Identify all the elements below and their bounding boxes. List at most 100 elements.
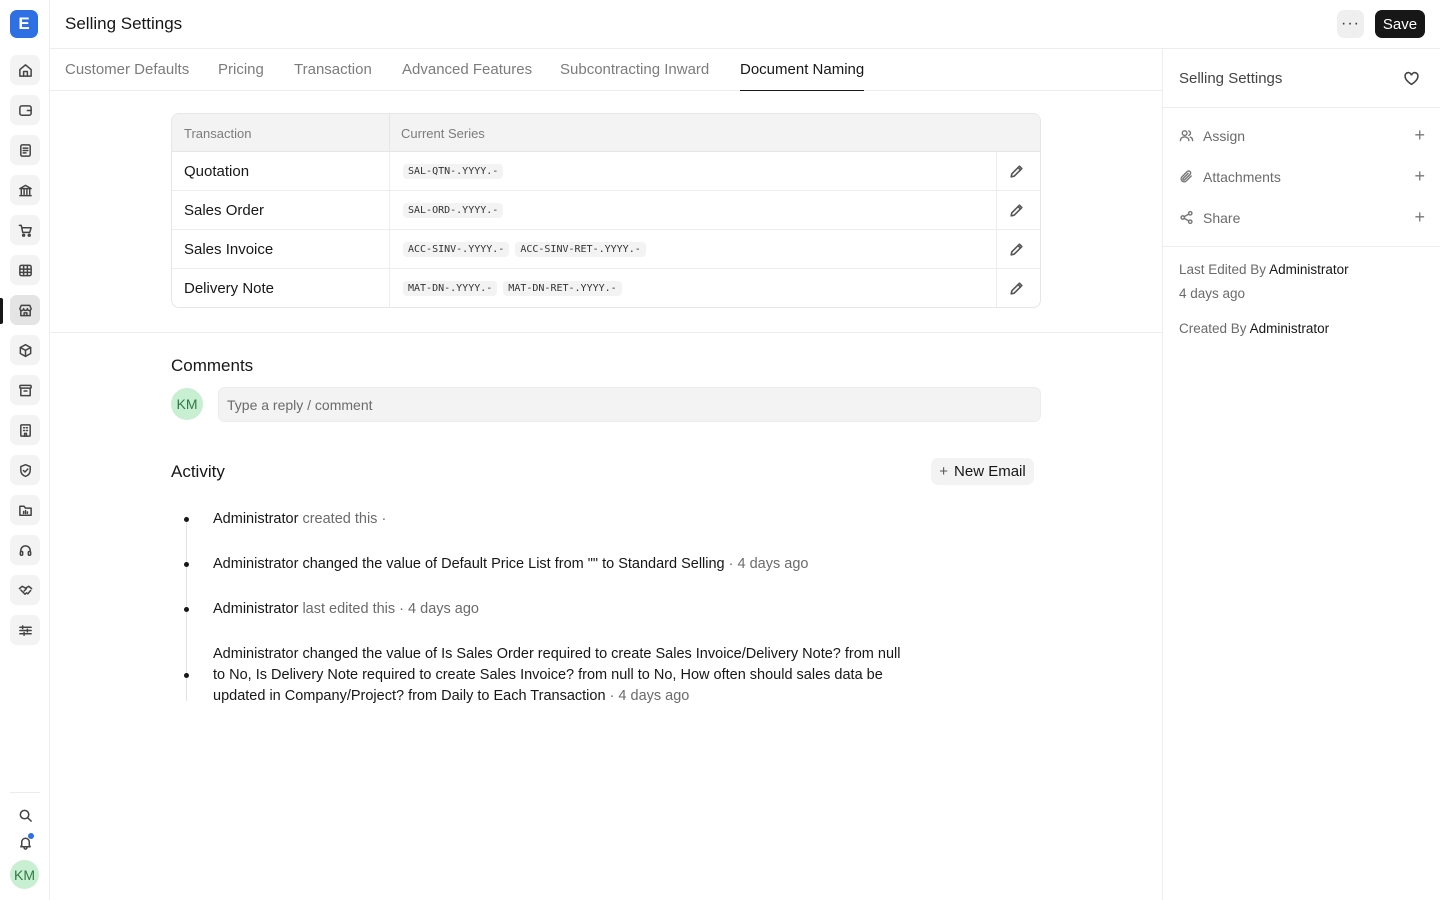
tab-document-naming[interactable]: Document Naming — [740, 61, 865, 91]
active-indicator — [0, 298, 3, 324]
activity-item: Administrator last edited this · 4 days … — [213, 599, 903, 620]
sliders-icon[interactable] — [10, 615, 40, 645]
activity-item: Administrator changed the value of Defau… — [213, 554, 903, 575]
package-icon[interactable] — [10, 335, 40, 365]
assign-row[interactable]: Assign + — [1179, 125, 1425, 147]
attachments-label: Attachments — [1203, 169, 1281, 185]
last-edited-info: Last Edited By Administrator — [1179, 262, 1349, 277]
pencil-icon[interactable] — [1008, 241, 1026, 259]
activity-time: · 4 days ago — [605, 688, 690, 704]
home-icon[interactable] — [10, 55, 40, 85]
folder-chart-icon[interactable] — [10, 495, 40, 525]
tab-subcontracting-inward[interactable]: Subcontracting Inward — [560, 61, 709, 91]
table-row[interactable]: Sales Invoice ACC-SINV-.YYYY.- ACC-SINV-… — [172, 230, 1040, 269]
user-avatar[interactable]: KM — [10, 860, 39, 889]
archive-icon[interactable] — [10, 375, 40, 405]
add-attachment-icon[interactable]: + — [1414, 166, 1425, 187]
activity-heading: Activity — [171, 462, 225, 481]
search-icon[interactable] — [14, 804, 36, 826]
section-divider — [50, 332, 1162, 333]
notification-dot — [28, 833, 34, 839]
transaction-name: Delivery Note — [184, 280, 275, 297]
sidebar-divider — [1163, 246, 1440, 247]
last-edited-time: 4 days ago — [1179, 286, 1246, 301]
activity-item: Administrator changed the value of Is Sa… — [213, 646, 901, 704]
timeline-dot — [184, 562, 189, 567]
page-title: Selling Settings — [65, 14, 183, 33]
more-options-button[interactable]: ··· — [1337, 10, 1364, 38]
timeline-dot — [184, 607, 189, 612]
activity-text: Administrator changed the value of Defau… — [213, 556, 619, 572]
transaction-name: Sales Order — [184, 202, 265, 219]
tab-advanced-features[interactable]: Advanced Features — [402, 61, 532, 91]
users-icon — [1179, 130, 1194, 142]
activity-actor[interactable]: Administrator — [213, 511, 298, 527]
pencil-icon[interactable] — [1008, 202, 1026, 220]
tab-transaction[interactable]: Transaction — [294, 61, 372, 91]
table-row[interactable]: Sales Order SAL-ORD-.YYYY.- — [172, 191, 1040, 230]
document-icon[interactable] — [10, 135, 40, 165]
assign-label: Assign — [1203, 128, 1246, 144]
attachments-row[interactable]: Attachments + — [1179, 166, 1425, 188]
comments-heading: Comments — [171, 356, 254, 375]
save-button[interactable]: Save — [1375, 10, 1425, 38]
new-email-button[interactable]: + New Email — [931, 458, 1034, 485]
app-sidebar: E KM — [0, 0, 50, 900]
activity-time: · 4 days ago — [728, 556, 809, 572]
comment-avatar: KM — [171, 388, 203, 420]
handshake-icon[interactable] — [10, 575, 40, 605]
main-content: Transaction Current Series Quotation SAL… — [50, 91, 1162, 900]
table-header: Transaction Current Series — [172, 114, 1040, 152]
activity-value: Standard Selling — [618, 556, 725, 572]
comment-input[interactable] — [218, 387, 1041, 422]
tab-pricing[interactable]: Pricing — [218, 61, 264, 91]
sidebar-title: Selling Settings — [1179, 70, 1283, 87]
building-icon[interactable] — [10, 415, 40, 445]
heart-icon[interactable] — [1403, 70, 1420, 87]
document-naming-table: Transaction Current Series Quotation SAL… — [171, 113, 1041, 308]
transaction-name: Quotation — [184, 163, 250, 180]
tab-customer-defaults[interactable]: Customer Defaults — [65, 61, 189, 91]
series-pill: MAT-DN-.YYYY.- — [403, 281, 498, 296]
table-row[interactable]: Quotation SAL-QTN-.YYYY.- — [172, 152, 1040, 191]
transaction-name: Sales Invoice — [184, 241, 274, 258]
app-logo[interactable]: E — [10, 10, 38, 38]
series-pill: ACC-SINV-.YYYY.- — [403, 242, 510, 257]
created-user[interactable]: Administrator — [1250, 321, 1330, 336]
page-header: Selling Settings ··· Save — [50, 0, 1440, 49]
series-pill: ACC-SINV-RET-.YYYY.- — [515, 242, 646, 257]
logo-letter: E — [18, 14, 30, 33]
share-row[interactable]: Share + — [1179, 207, 1425, 229]
activity-actor[interactable]: Administrator — [213, 601, 298, 617]
pencil-icon[interactable] — [1008, 163, 1026, 181]
cart-icon[interactable] — [10, 215, 40, 245]
paperclip-icon — [1180, 170, 1192, 183]
wallet-icon[interactable] — [10, 95, 40, 125]
document-sidebar: Selling Settings Assign + Attachments + … — [1162, 49, 1440, 900]
share-label: Share — [1203, 210, 1241, 226]
table-row[interactable]: Delivery Note MAT-DN-.YYYY.- MAT-DN-RET-… — [172, 269, 1040, 307]
table-icon[interactable] — [10, 255, 40, 285]
created-info: Created By Administrator — [1179, 321, 1330, 336]
new-email-label: New Email — [954, 463, 1026, 480]
column-header-current-series: Current Series — [401, 126, 485, 141]
last-edited-user[interactable]: Administrator — [1269, 262, 1349, 277]
sidebar-divider — [10, 792, 40, 793]
sidebar-divider — [1163, 107, 1440, 108]
column-header-transaction: Transaction — [184, 126, 252, 141]
add-share-icon[interactable]: + — [1414, 207, 1425, 228]
headset-icon[interactable] — [10, 535, 40, 565]
series-pill: MAT-DN-RET-.YYYY.- — [503, 281, 622, 296]
store-icon[interactable] — [10, 295, 40, 325]
activity-text: last edited this · 4 days ago — [302, 601, 479, 617]
share-icon — [1180, 210, 1193, 225]
bell-icon[interactable] — [14, 831, 36, 853]
bank-icon[interactable] — [10, 175, 40, 205]
settings-tabs: Customer Defaults Pricing Transaction Ad… — [50, 49, 1162, 91]
timeline-dot — [184, 517, 189, 522]
pencil-icon[interactable] — [1008, 280, 1026, 298]
add-assign-icon[interactable]: + — [1414, 125, 1425, 146]
activity-text: created this · — [302, 511, 387, 527]
plus-icon: + — [939, 463, 949, 480]
shield-icon[interactable] — [10, 455, 40, 485]
